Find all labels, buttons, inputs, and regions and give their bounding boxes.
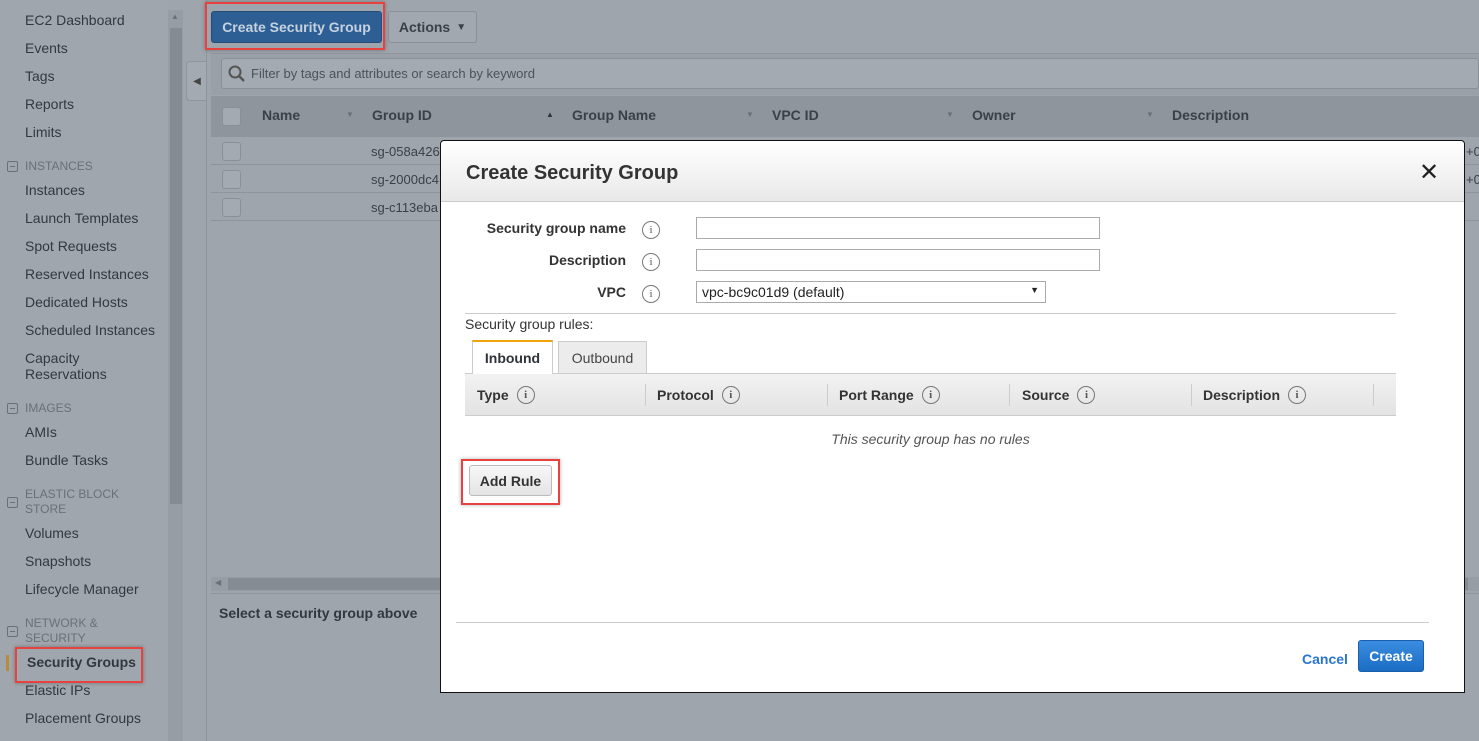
col-vpc-id[interactable]: VPC ID	[772, 107, 819, 123]
actions-button[interactable]: Actions ▼	[388, 11, 477, 43]
info-icon[interactable]: i	[1077, 386, 1096, 404]
nav-elastic-ips[interactable]: Elastic IPs	[25, 682, 90, 698]
row-group-id[interactable]: sg-c113eba	[371, 200, 438, 215]
sidebar-scroll-thumb[interactable]	[170, 28, 182, 504]
actions-label: Actions	[398, 19, 451, 35]
collapse-icon[interactable]	[7, 626, 18, 637]
nav-ec2-dashboard[interactable]: EC2 Dashboard	[25, 12, 125, 28]
filter-input[interactable]: Filter by tags and attributes or search …	[221, 58, 1479, 89]
nav-events[interactable]: Events	[25, 40, 68, 56]
sort-icon[interactable]: ▼	[346, 110, 354, 119]
col-name[interactable]: Name	[262, 107, 300, 123]
nav-reports[interactable]: Reports	[25, 96, 74, 112]
detail-empty-text: Select a security group above	[219, 605, 418, 621]
create-security-group-dialog: Create Security Group ✕ Security group n…	[440, 140, 1465, 693]
security-group-name-input[interactable]	[696, 217, 1100, 239]
info-icon[interactable]: i	[642, 253, 660, 271]
collapse-icon[interactable]	[7, 403, 18, 414]
nav-scheduled-instances[interactable]: Scheduled Instances	[25, 322, 155, 338]
create-security-group-button[interactable]: Create Security Group	[211, 11, 382, 43]
nav-instances[interactable]: Instances	[25, 182, 85, 198]
section-instances: INSTANCES	[25, 159, 93, 173]
nav-spot-requests[interactable]: Spot Requests	[25, 238, 117, 254]
description-input[interactable]	[696, 249, 1100, 271]
col-group-id[interactable]: Group ID	[372, 107, 432, 123]
info-icon[interactable]: i	[921, 386, 940, 404]
vpc-select[interactable]: vpc-bc9c01d9 (default) ▼	[696, 281, 1046, 303]
collapse-icon[interactable]	[7, 497, 18, 508]
sidebar: EC2 Dashboard Events Tags Reports Limits…	[0, 0, 168, 741]
info-icon[interactable]: i	[642, 285, 660, 303]
info-icon[interactable]: i	[1288, 386, 1307, 404]
sort-icon[interactable]: ▼	[746, 110, 754, 119]
sort-icon[interactable]: ▼	[1146, 110, 1154, 119]
cancel-button[interactable]: Cancel	[1302, 651, 1348, 667]
tab-outbound[interactable]: Outbound	[558, 341, 647, 374]
rule-col-description: Description i	[1203, 386, 1307, 404]
row-description-fragment: +0	[1466, 172, 1479, 187]
nav-lifecycle-manager[interactable]: Lifecycle Manager	[25, 581, 139, 597]
select-all-checkbox[interactable]	[222, 107, 241, 126]
no-rules-text: This security group has no rules	[831, 431, 1030, 447]
collapse-sidebar-button[interactable]: ◀	[186, 61, 207, 101]
nav-amis[interactable]: AMIs	[25, 424, 57, 440]
nav-capacity-reservations[interactable]: Capacity Reservations	[25, 350, 125, 382]
close-icon[interactable]: ✕	[1419, 158, 1439, 187]
search-icon	[228, 65, 245, 82]
nav-limits[interactable]: Limits	[25, 124, 62, 140]
col-owner[interactable]: Owner	[972, 107, 1016, 123]
rule-col-type: Type i	[477, 386, 535, 404]
chevron-down-icon: ▼	[456, 21, 467, 33]
collapse-icon[interactable]	[7, 161, 18, 172]
col-description[interactable]: Description	[1172, 107, 1249, 123]
active-indicator	[6, 655, 9, 671]
filter-placeholder: Filter by tags and attributes or search …	[251, 66, 535, 81]
info-icon[interactable]: i	[721, 386, 740, 404]
row-description-fragment: +0:	[1466, 144, 1479, 159]
nav-reserved-instances[interactable]: Reserved Instances	[25, 266, 149, 282]
section-images: IMAGES	[25, 401, 72, 415]
col-group-name[interactable]: Group Name	[572, 107, 656, 123]
scroll-left-icon[interactable]: ◀	[215, 578, 221, 587]
vpc-selected-value: vpc-bc9c01d9 (default)	[702, 284, 845, 300]
rules-label: Security group rules:	[465, 316, 594, 332]
section-ebs: ELASTIC BLOCK STORE	[25, 487, 120, 516]
tab-inbound[interactable]: Inbound	[472, 340, 553, 374]
name-label: Security group name	[486, 220, 626, 236]
add-rule-button[interactable]: Add Rule	[469, 465, 552, 496]
nav-tags[interactable]: Tags	[25, 68, 55, 84]
row-checkbox[interactable]	[222, 170, 241, 189]
create-button[interactable]: Create	[1358, 640, 1424, 672]
row-checkbox[interactable]	[222, 198, 241, 217]
nav-placement-groups[interactable]: Placement Groups	[25, 710, 141, 726]
rule-col-protocol: Protocol i	[657, 386, 740, 404]
dialog-header: Create Security Group ✕	[441, 141, 1464, 202]
dialog-title: Create Security Group	[466, 162, 679, 184]
scroll-up-icon[interactable]: ▲	[171, 12, 179, 21]
sort-asc-icon[interactable]: ▲	[546, 110, 554, 119]
nav-security-groups[interactable]: Security Groups	[27, 654, 136, 670]
nav-dedicated-hosts[interactable]: Dedicated Hosts	[25, 294, 128, 310]
info-icon[interactable]: i	[642, 221, 660, 239]
nav-bundle-tasks[interactable]: Bundle Tasks	[25, 452, 108, 468]
row-checkbox[interactable]	[222, 142, 241, 161]
dropdown-arrow-icon: ▼	[1030, 285, 1039, 295]
section-network-security: NETWORK & SECURITY	[25, 616, 98, 645]
info-icon[interactable]: i	[516, 386, 535, 404]
nav-launch-templates[interactable]: Launch Templates	[25, 210, 138, 226]
rule-col-source: Source i	[1022, 386, 1096, 404]
description-label: Description	[548, 252, 626, 268]
nav-snapshots[interactable]: Snapshots	[25, 553, 91, 569]
row-group-id[interactable]: sg-058a426	[371, 144, 440, 159]
row-group-id[interactable]: sg-2000dc4	[371, 172, 439, 187]
sort-icon[interactable]: ▼	[946, 110, 954, 119]
rule-col-port-range: Port Range i	[839, 386, 940, 404]
nav-volumes[interactable]: Volumes	[25, 525, 79, 541]
vpc-label: VPC	[597, 284, 626, 300]
